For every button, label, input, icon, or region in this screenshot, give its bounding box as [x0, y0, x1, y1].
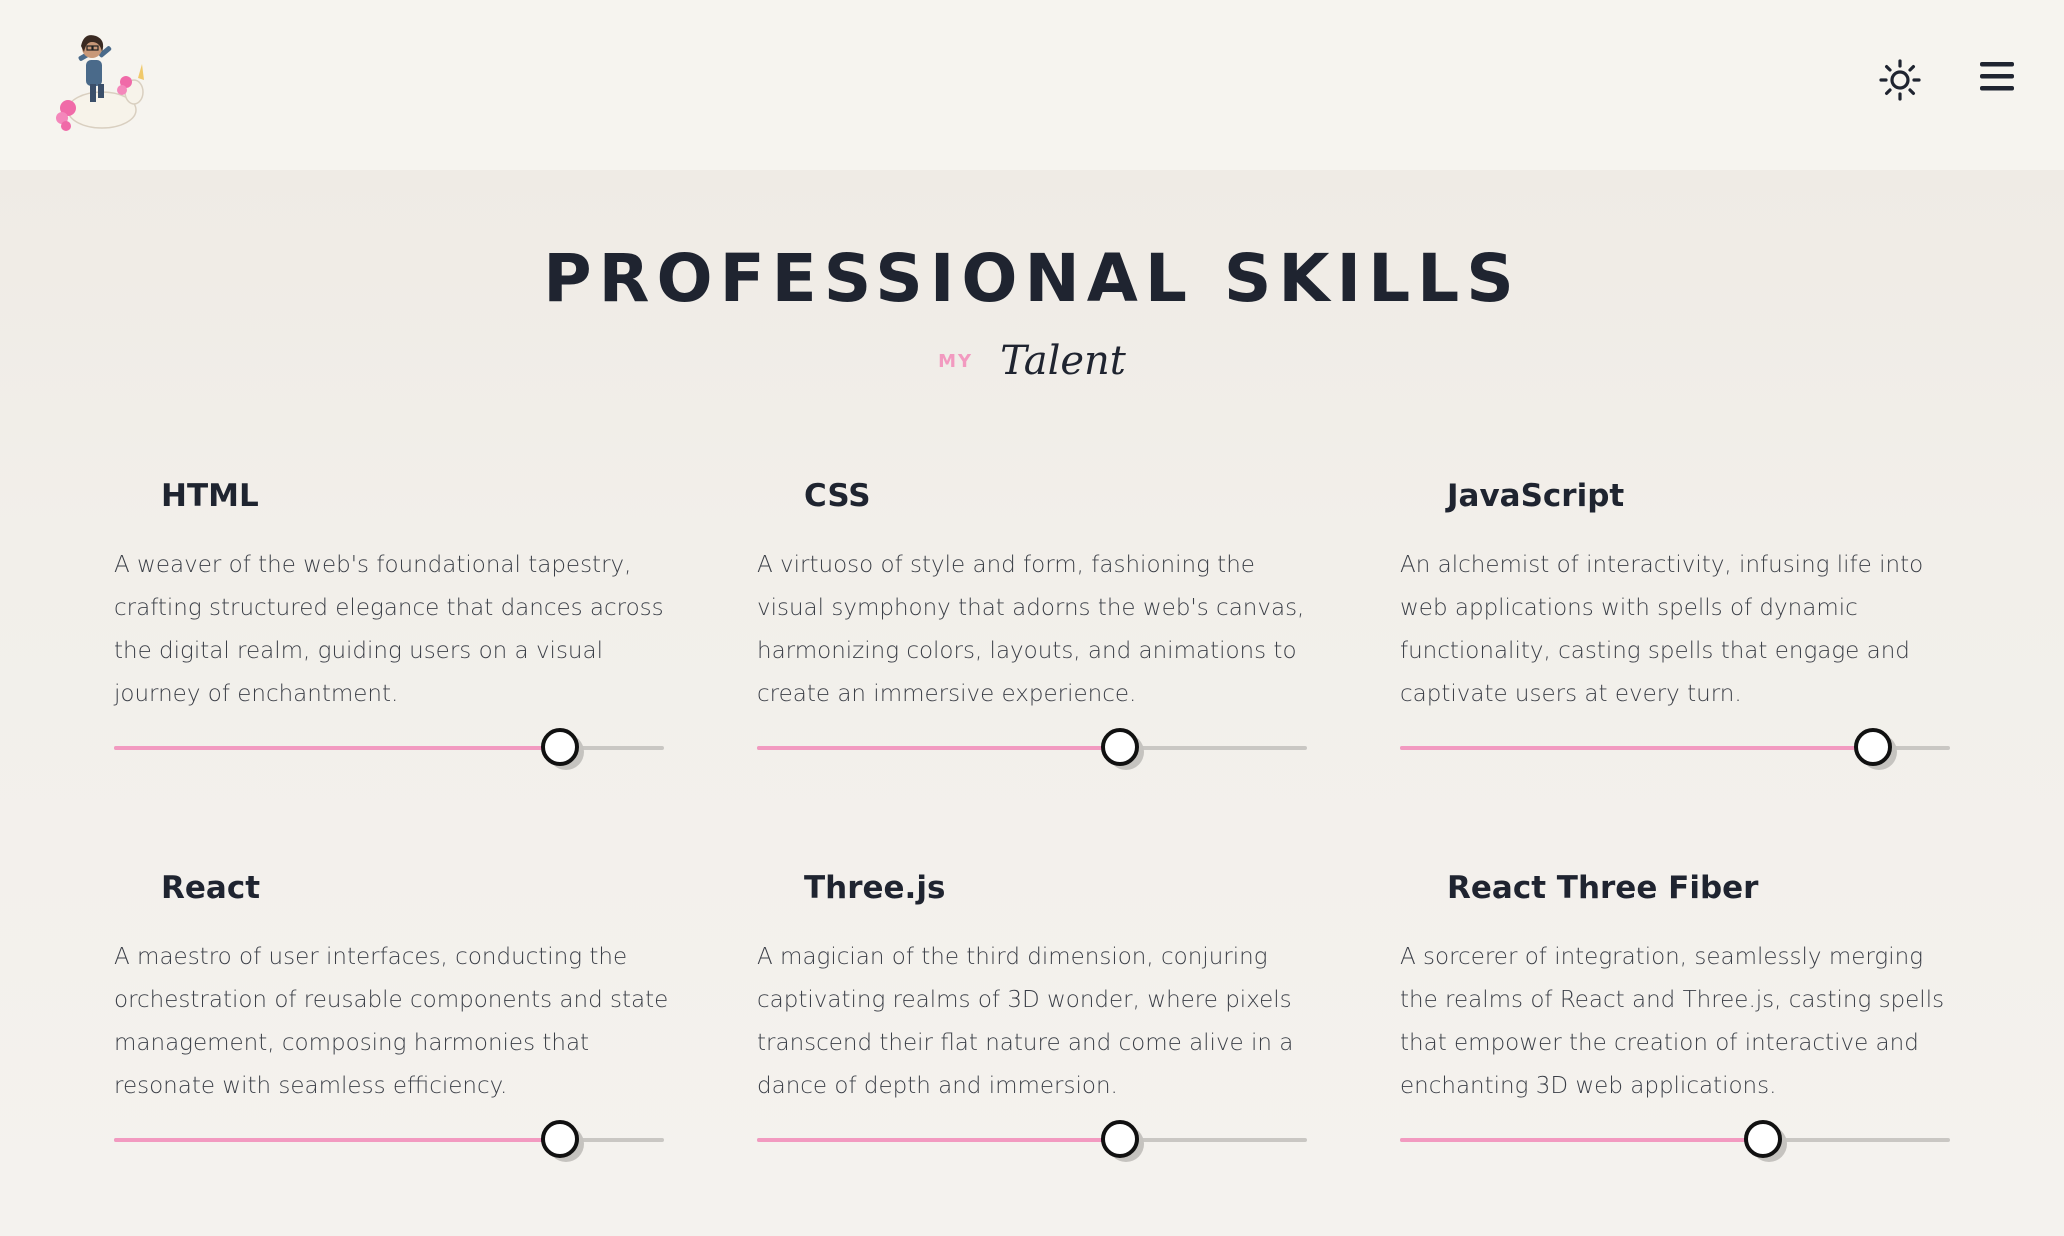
skill-slider[interactable] — [114, 1118, 664, 1162]
slider-thumb[interactable] — [540, 1120, 579, 1158]
slider-fill — [114, 746, 560, 750]
skill-description: An alchemist of interactivity, infusing … — [1400, 552, 1924, 707]
skill-name: React Three Fiber — [1447, 870, 1759, 906]
slider-thumb[interactable] — [540, 728, 579, 766]
skill-card-javascript: JavaScript An alchemist of interactivity… — [1400, 474, 1960, 770]
skill-card-react: React A maestro of user interfaces, cond… — [114, 866, 674, 1162]
slider-fill — [114, 1138, 560, 1142]
skill-slider[interactable] — [757, 726, 1307, 770]
skill-name: JavaScript — [1447, 478, 1625, 514]
slider-thumb[interactable] — [1101, 728, 1139, 766]
slider-fill — [1400, 1138, 1763, 1142]
slider-fill — [1400, 746, 1873, 750]
skill-card-css: CSS A virtuoso of style and form, fashio… — [757, 474, 1317, 770]
slider-thumb[interactable] — [1101, 1120, 1139, 1158]
skill-slider[interactable] — [114, 726, 664, 770]
slider-fill — [757, 1138, 1120, 1142]
skill-name: Three.js — [804, 870, 946, 906]
skill-description: A maestro of user interfaces, conducting… — [114, 944, 669, 1099]
slider-thumb[interactable] — [1854, 728, 1892, 766]
skill-card-threejs: Three.js A magician of the third dimensi… — [757, 866, 1317, 1162]
skill-description: A weaver of the web's foundational tapes… — [114, 552, 664, 707]
skill-name: CSS — [804, 478, 871, 514]
sun-icon[interactable] — [1878, 58, 1922, 102]
section-subtitle: MY Talent — [0, 338, 2064, 384]
skill-slider[interactable] — [757, 1118, 1307, 1162]
skill-description: A magician of the third dimension, conju… — [757, 944, 1294, 1099]
skill-card-react-three-fiber: React Three Fiber A sorcerer of integrat… — [1400, 866, 1960, 1162]
slider-thumb[interactable] — [1744, 1120, 1782, 1158]
site-header — [0, 0, 2064, 170]
skill-name: React — [161, 870, 261, 906]
slider-fill — [757, 746, 1120, 750]
hamburger-menu-icon[interactable] — [1978, 60, 2018, 94]
skill-name: HTML — [161, 478, 259, 514]
skill-slider[interactable] — [1400, 726, 1950, 770]
section-title: PROFESSIONAL SKILLS — [543, 240, 1521, 317]
skill-description: A sorcerer of integration, seamlessly me… — [1400, 944, 1945, 1099]
subtitle-script-text: Talent — [1000, 338, 1126, 384]
subtitle-small-text: MY — [938, 350, 974, 372]
skills-section: PROFESSIONAL SKILLS MY Talent HTML A wea… — [0, 170, 2064, 1236]
bitmoji-unicorn-avatar-icon[interactable] — [52, 30, 152, 138]
skill-description: A virtuoso of style and form, fashioning… — [757, 552, 1305, 707]
skill-slider[interactable] — [1400, 1118, 1950, 1162]
skill-card-html: HTML A weaver of the web's foundational … — [114, 474, 674, 770]
